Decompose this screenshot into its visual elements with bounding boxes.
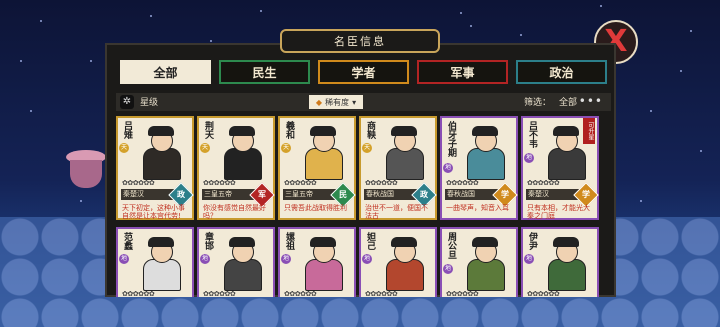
chevron-down-icon: ▾ bbox=[352, 97, 357, 107]
upgrade-ribbon: 可升星 bbox=[583, 118, 595, 144]
minister-name: 嫘祖 bbox=[284, 232, 294, 250]
minister-portrait bbox=[381, 126, 427, 180]
minister-card[interactable]: 嫘祖 地 ✿✿✿✿✿✿ bbox=[278, 227, 356, 297]
grade-badge: 地 bbox=[524, 254, 534, 264]
more-options-button[interactable]: ••• bbox=[579, 94, 603, 108]
star-dot bbox=[30, 110, 32, 112]
star-rating: ✿✿✿✿✿✿ bbox=[122, 290, 155, 297]
minister-name: 范蠡 bbox=[122, 232, 132, 250]
star-dot bbox=[700, 150, 702, 152]
minister-card-grid: 吕雉 天 ✿✿✿✿✿✿ 秦楚汉 政 天下初定，这种小事自然是让本宫代劳! 荆天 … bbox=[116, 116, 602, 297]
minister-name: 伯牙子期 bbox=[446, 121, 456, 157]
star-dot bbox=[90, 60, 92, 62]
minister-card[interactable]: 荆天 天 ✿✿✿✿✿✿ 三皇五帝 军 你没有感觉自然最好吗？ bbox=[197, 116, 275, 220]
minister-name: 商鞅 bbox=[365, 121, 375, 139]
grade-badge: 天 bbox=[362, 143, 372, 153]
minister-portrait bbox=[543, 237, 589, 291]
minister-quote: 天下初定，这种小事自然是让本宫代劳! bbox=[122, 204, 185, 220]
minister-portrait bbox=[138, 126, 184, 180]
grade-badge: 地 bbox=[119, 254, 129, 264]
grade-badge: 地 bbox=[443, 163, 453, 173]
tab-livelihood[interactable]: 民生 bbox=[219, 60, 310, 84]
minister-quote: 你没有感觉自然最好吗？ bbox=[203, 204, 266, 220]
minister-name: 妲己 bbox=[365, 232, 375, 250]
minister-name: 吕雉 bbox=[122, 121, 132, 139]
minister-name: 羲和 bbox=[284, 121, 294, 139]
grade-badge: 地 bbox=[281, 254, 291, 264]
tab-all[interactable]: 全部 bbox=[120, 60, 211, 84]
tab-military[interactable]: 军事 bbox=[417, 60, 508, 84]
screen-value[interactable]: 全部 bbox=[559, 95, 577, 108]
sort-label: 稀有度 bbox=[325, 97, 350, 107]
minister-portrait bbox=[300, 237, 346, 291]
gem-icon: ◆ bbox=[315, 97, 323, 107]
minister-quote: 治世不一道，便国不法古 bbox=[365, 204, 428, 220]
minister-portrait bbox=[462, 126, 508, 180]
filter-bar: ✲ 星级 ◆ 稀有度 ▾ 筛选： 全部 ••• bbox=[116, 93, 611, 111]
tab-scholar[interactable]: 学者 bbox=[318, 60, 409, 84]
star-rating: ✿✿✿✿✿✿ bbox=[284, 290, 317, 297]
minister-name: 周公旦 bbox=[446, 232, 456, 259]
minister-card[interactable]: 妲己 地 ✿✿✿✿✿✿ bbox=[359, 227, 437, 297]
star-dot bbox=[40, 20, 42, 22]
minister-quote: 只有本相，才能光大秦之门庭 bbox=[527, 204, 590, 220]
star-rating: ✿✿✿✿✿✿ bbox=[446, 290, 479, 297]
minister-name: 伊尹 bbox=[527, 232, 537, 250]
star-dot bbox=[520, 34, 522, 36]
minister-card[interactable]: 范蠡 地 ✿✿✿✿✿✿ bbox=[116, 227, 194, 297]
minister-card[interactable]: 周公旦 地 ✿✿✿✿✿✿ bbox=[440, 227, 518, 297]
minister-portrait bbox=[381, 237, 427, 291]
star-dot bbox=[690, 30, 692, 32]
category-tabs: 全部 民生 学者 军事 政治 bbox=[120, 60, 607, 84]
star-dot bbox=[680, 70, 682, 72]
star-rating: ✿✿✿✿✿✿ bbox=[365, 290, 398, 297]
minister-card[interactable]: 章邯 地 ✿✿✿✿✿✿ bbox=[197, 227, 275, 297]
minister-card[interactable]: 伯牙子期 地 ✿✿✿✿✿✿ 春秋战国 学 一曲琴声，知音入耳 bbox=[440, 116, 518, 220]
star-dot bbox=[600, 5, 602, 7]
sort-dropdown[interactable]: ◆ 稀有度 ▾ bbox=[309, 95, 363, 109]
star-dot bbox=[210, 40, 212, 42]
grade-badge: 地 bbox=[524, 153, 534, 163]
star-dot bbox=[150, 15, 152, 17]
star-dot bbox=[650, 110, 652, 112]
star-dot bbox=[470, 25, 472, 27]
star-dot bbox=[260, 10, 262, 12]
minister-portrait bbox=[219, 126, 265, 180]
tab-politics[interactable]: 政治 bbox=[516, 60, 607, 84]
minister-card[interactable]: 伊尹 地 ✿✿✿✿✿✿ bbox=[521, 227, 599, 297]
star-rating: ✿✿✿✿✿✿ bbox=[527, 290, 560, 297]
grade-badge: 天 bbox=[200, 143, 210, 153]
minister-portrait bbox=[462, 237, 508, 291]
star-rating: ✿✿✿✿✿✿ bbox=[203, 290, 236, 297]
panel-title: 名臣信息 bbox=[280, 29, 440, 53]
minister-portrait bbox=[219, 237, 265, 291]
grade-badge: 地 bbox=[362, 254, 372, 264]
grade-badge: 天 bbox=[281, 143, 291, 153]
minister-card[interactable]: 吕雉 天 ✿✿✿✿✿✿ 秦楚汉 政 天下初定，这种小事自然是让本宫代劳! bbox=[116, 116, 194, 220]
star-filter-icon[interactable]: ✲ bbox=[120, 95, 134, 109]
minister-card[interactable]: 羲和 天 ✿✿✿✿✿✿ 三皇五帝 民 只需吾此战取得胜利 bbox=[278, 116, 356, 220]
grade-badge: 地 bbox=[200, 254, 210, 264]
minister-portrait bbox=[300, 126, 346, 180]
minister-name: 吕不韦 bbox=[527, 121, 537, 148]
minister-quote: 只需吾此战取得胜利 bbox=[284, 204, 347, 212]
grade-badge: 地 bbox=[443, 264, 453, 274]
minister-card[interactable]: 商鞅 天 ✿✿✿✿✿✿ 春秋战国 政 治世不一道，便国不法古 bbox=[359, 116, 437, 220]
grade-badge: 天 bbox=[119, 143, 129, 153]
star-dot bbox=[20, 60, 22, 62]
minister-card[interactable]: 吕不韦 地 ✿✿✿✿✿✿ 秦楚汉 学 只有本相，才能光大秦之门庭 可升星 bbox=[521, 116, 599, 220]
minister-name: 荆天 bbox=[203, 121, 213, 139]
star-dot bbox=[80, 200, 82, 202]
screen-label: 筛选： bbox=[524, 98, 552, 108]
star-dot bbox=[460, 12, 462, 14]
minister-portrait bbox=[138, 237, 184, 291]
star-dot bbox=[640, 200, 642, 202]
minister-quote: 一曲琴声，知音入耳 bbox=[446, 204, 509, 212]
minister-name: 章邯 bbox=[203, 232, 213, 250]
star-filter-label[interactable]: 星级 bbox=[140, 95, 158, 108]
